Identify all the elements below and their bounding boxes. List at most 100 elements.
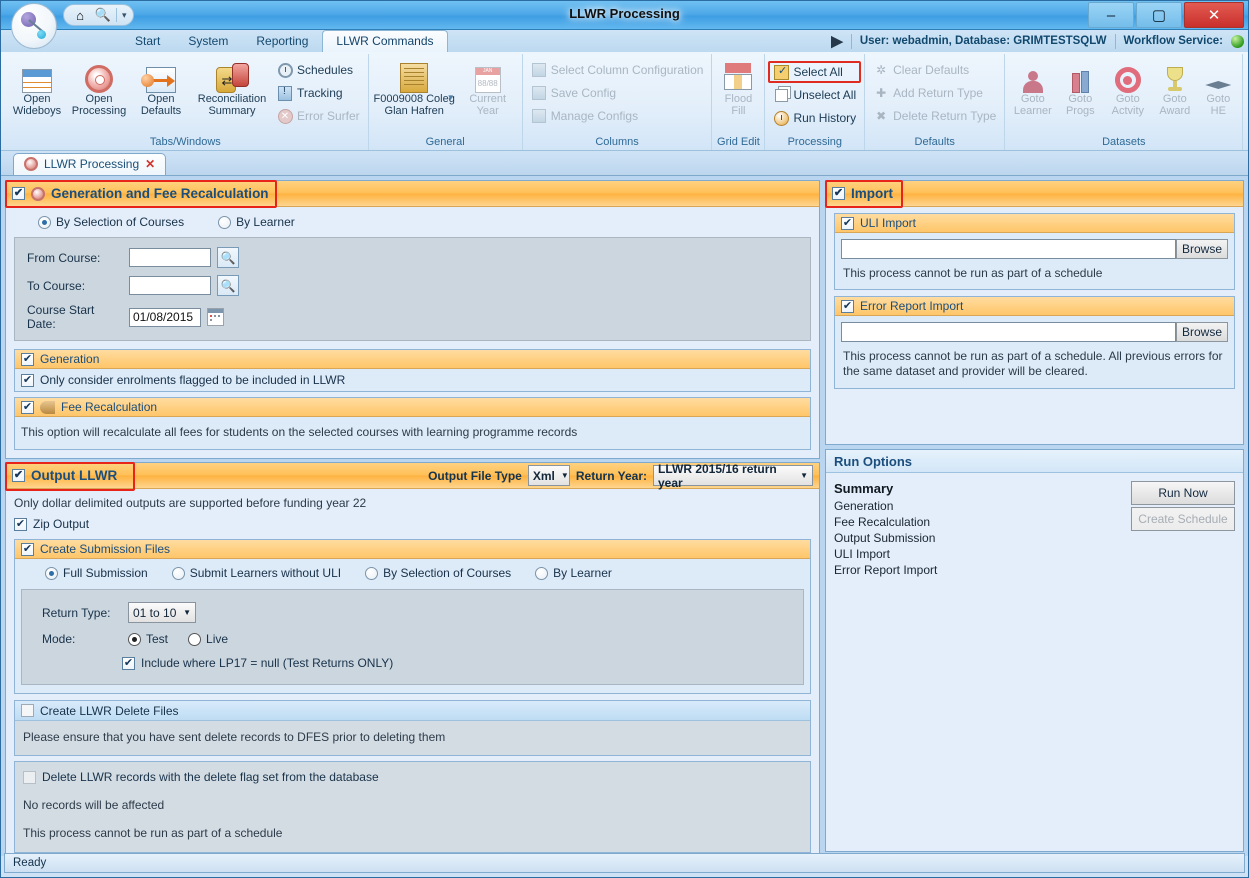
run-now-button[interactable]: Run Now <box>1131 481 1235 505</box>
minimize-button[interactable]: – <box>1088 2 1134 28</box>
select-all-icon <box>773 64 789 80</box>
import-checkbox[interactable]: ✔ <box>832 187 845 200</box>
chevron-down-icon: ▼ <box>183 608 191 617</box>
btn-line2: Glan Hafren <box>384 105 444 117</box>
schedules-button[interactable]: Schedules <box>272 59 365 81</box>
group-label: General <box>425 136 465 148</box>
course-start-date-input[interactable] <box>129 307 201 327</box>
error-report-import-checkbox[interactable]: ✔ <box>841 299 854 313</box>
chevron-down-icon[interactable]: ▾ <box>120 10 129 21</box>
generation-sub-checkbox[interactable]: ✔ <box>21 352 34 366</box>
select-all-button[interactable]: Select All <box>768 61 862 83</box>
chevron-down-icon[interactable]: ▼ <box>447 92 455 104</box>
delete-records-option[interactable]: Delete LLWR records with the delete flag… <box>23 770 802 784</box>
ribbon-group-tracking: Completed ▼ Today ▼ ↻ Refresh ▼ Tracki <box>1243 54 1249 150</box>
generation-mode-radios: By Selection of Courses By Learner <box>14 213 811 237</box>
run-history-button[interactable]: Run History <box>768 107 861 129</box>
ribbon-group-columns: Select Column Configuration Save Config … <box>523 54 713 150</box>
radio-mode-live[interactable]: Live <box>188 632 228 646</box>
radio-indicator <box>365 566 379 580</box>
error-report-browse-button[interactable]: Browse <box>1175 322 1228 342</box>
document-tab-llwr-processing[interactable]: LLWR Processing ✕ <box>13 153 167 175</box>
list-item: Generation <box>834 499 894 513</box>
tab-reporting[interactable]: Reporting <box>242 30 322 52</box>
zip-output-option[interactable]: ✔ Zip Output <box>14 517 811 539</box>
flood-fill-button: Flood Fill <box>715 56 761 117</box>
generation-checkbox[interactable]: ✔ <box>12 187 25 200</box>
button-label: Schedules <box>297 63 354 77</box>
uli-import-title: ULI Import <box>860 216 917 230</box>
button-label: Select Column Configuration <box>550 63 704 77</box>
gear-icon <box>85 59 113 93</box>
btn-line2: Actvity <box>1111 105 1145 117</box>
radio-by-selection-of-courses-submission[interactable]: By Selection of Courses <box>365 566 511 580</box>
to-course-input[interactable] <box>129 276 211 295</box>
run-flag-icon[interactable]: ▶ <box>831 32 843 50</box>
save-config-button: Save Config <box>526 82 709 104</box>
create-delete-files-checkbox[interactable] <box>21 704 34 717</box>
create-submission-files-checkbox[interactable]: ✔ <box>21 542 34 556</box>
search-icon[interactable]: 🔍 <box>93 6 113 24</box>
from-course-input[interactable] <box>129 248 211 267</box>
tab-llwr-commands[interactable]: LLWR Commands <box>322 30 448 52</box>
list-item: Error Report Import <box>834 563 938 577</box>
uli-path-row: Browse <box>841 239 1228 259</box>
return-year-dropdown[interactable]: LLWR 2015/16 return year ▼ <box>653 462 813 490</box>
error-report-import-header: ✔ Error Report Import <box>835 297 1234 316</box>
tab-system[interactable]: System <box>174 30 242 52</box>
output-llwr-header: ✔ Output LLWR Output File Type Xml ▼ Ret… <box>6 462 819 490</box>
tab-start[interactable]: Start <box>121 30 174 52</box>
window-title: LLWR Processing <box>569 6 680 21</box>
unselect-all-button[interactable]: Unselect All <box>768 84 861 106</box>
reconciliation-summary-button[interactable]: ⇄ Reconciliation Summary <box>192 56 272 117</box>
fee-recalculation-checkbox[interactable]: ✔ <box>21 400 34 414</box>
output-llwr-title: Output LLWR <box>31 468 118 483</box>
uli-browse-button[interactable]: Browse <box>1175 239 1228 259</box>
return-type-label: Return Type: <box>42 605 111 620</box>
radio-full-submission[interactable]: Full Submission <box>45 566 148 580</box>
only-consider-enrolments-option[interactable]: ✔ Only consider enrolments flagged to be… <box>21 373 804 387</box>
books-icon <box>1071 59 1089 93</box>
output-llwr-checkbox[interactable]: ✔ <box>12 469 25 482</box>
add-return-type-button: ✚ Add Return Type <box>868 82 1001 104</box>
output-file-type-dropdown[interactable]: Xml ▼ <box>527 465 570 486</box>
error-report-path-input[interactable] <box>841 322 1176 342</box>
open-processing-button[interactable]: Open Processing <box>68 56 130 117</box>
radio-label: By Learner <box>236 215 295 229</box>
calendar-icon[interactable] <box>207 308 224 326</box>
search-icon[interactable]: 🔍 <box>217 275 239 296</box>
columns-small-buttons: Select Column Configuration Save Config … <box>526 56 709 127</box>
clear-defaults-icon: ✲ <box>876 63 887 77</box>
tracking-button[interactable]: Tracking <box>272 82 365 104</box>
uli-path-input[interactable] <box>841 239 1176 259</box>
btn-line1: Reconciliation <box>197 93 267 105</box>
return-type-dropdown[interactable]: 01 to 10 ▼ <box>128 602 196 623</box>
provider-button[interactable]: F0009008 Coleg Glan Hafren ▼ <box>372 56 457 117</box>
include-lp17-null-option[interactable]: ✔ Include where LP17 = null (Test Return… <box>42 656 791 670</box>
generation-sub-title: Generation <box>40 352 100 366</box>
radio-by-learner-submission[interactable]: By Learner <box>535 566 612 580</box>
radio-submit-learners-without-uli[interactable]: Submit Learners without ULI <box>171 566 341 580</box>
btn-line1: Flood <box>724 93 753 105</box>
home-icon[interactable]: ⌂ <box>70 6 90 24</box>
close-button[interactable]: ✕ <box>1184 2 1244 28</box>
radio-by-learner[interactable]: By Learner <box>218 215 295 229</box>
create-submission-files-title: Create Submission Files <box>40 542 171 556</box>
goto-award-button: Goto Award <box>1152 56 1197 117</box>
button-label: Clear Defaults <box>893 63 970 77</box>
delete-icon: ✖ <box>876 109 887 123</box>
search-icon[interactable]: 🔍 <box>217 247 239 268</box>
radio-label: By Learner <box>553 566 612 580</box>
button-label: Add Return Type <box>893 86 983 100</box>
status-text: Ready <box>13 857 47 869</box>
maximize-button[interactable]: ▢ <box>1136 2 1182 28</box>
app-orb-icon[interactable] <box>11 3 57 49</box>
radio-by-selection-of-courses[interactable]: By Selection of Courses <box>38 215 184 229</box>
uli-import-checkbox[interactable]: ✔ <box>841 216 854 230</box>
summary-heading: Summary <box>834 481 894 496</box>
open-defaults-button[interactable]: Open Defaults <box>130 56 192 117</box>
open-wideboys-button[interactable]: Open Wideboys <box>6 56 68 117</box>
group-label: Columns <box>595 136 639 148</box>
radio-mode-test[interactable]: Test <box>128 632 168 646</box>
close-icon[interactable]: ✕ <box>145 157 155 171</box>
